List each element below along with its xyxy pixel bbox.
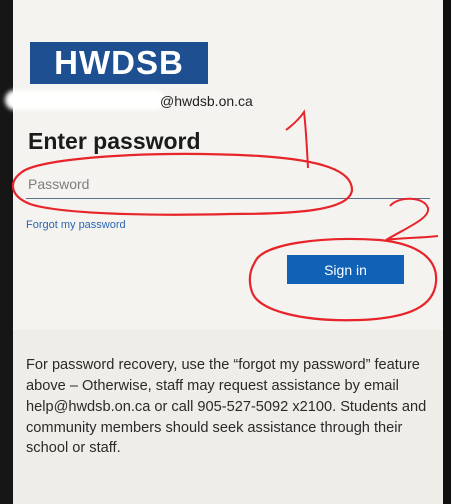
password-input[interactable] xyxy=(26,170,430,199)
login-screen: HWDSB @hwdsb.on.ca Enter password Forgot… xyxy=(0,0,451,504)
forgot-password-link[interactable]: Forgot my password xyxy=(26,219,126,231)
device-bezel-right xyxy=(443,0,451,504)
hwdsb-logo: HWDSB xyxy=(30,42,208,84)
account-email: @hwdsb.on.ca xyxy=(160,93,253,109)
email-redaction xyxy=(5,90,165,110)
sign-in-button[interactable]: Sign in xyxy=(287,255,404,284)
password-recovery-help: For password recovery, use the “forgot m… xyxy=(26,357,427,457)
device-bezel-left xyxy=(0,0,13,504)
page-title: Enter password xyxy=(28,128,201,154)
